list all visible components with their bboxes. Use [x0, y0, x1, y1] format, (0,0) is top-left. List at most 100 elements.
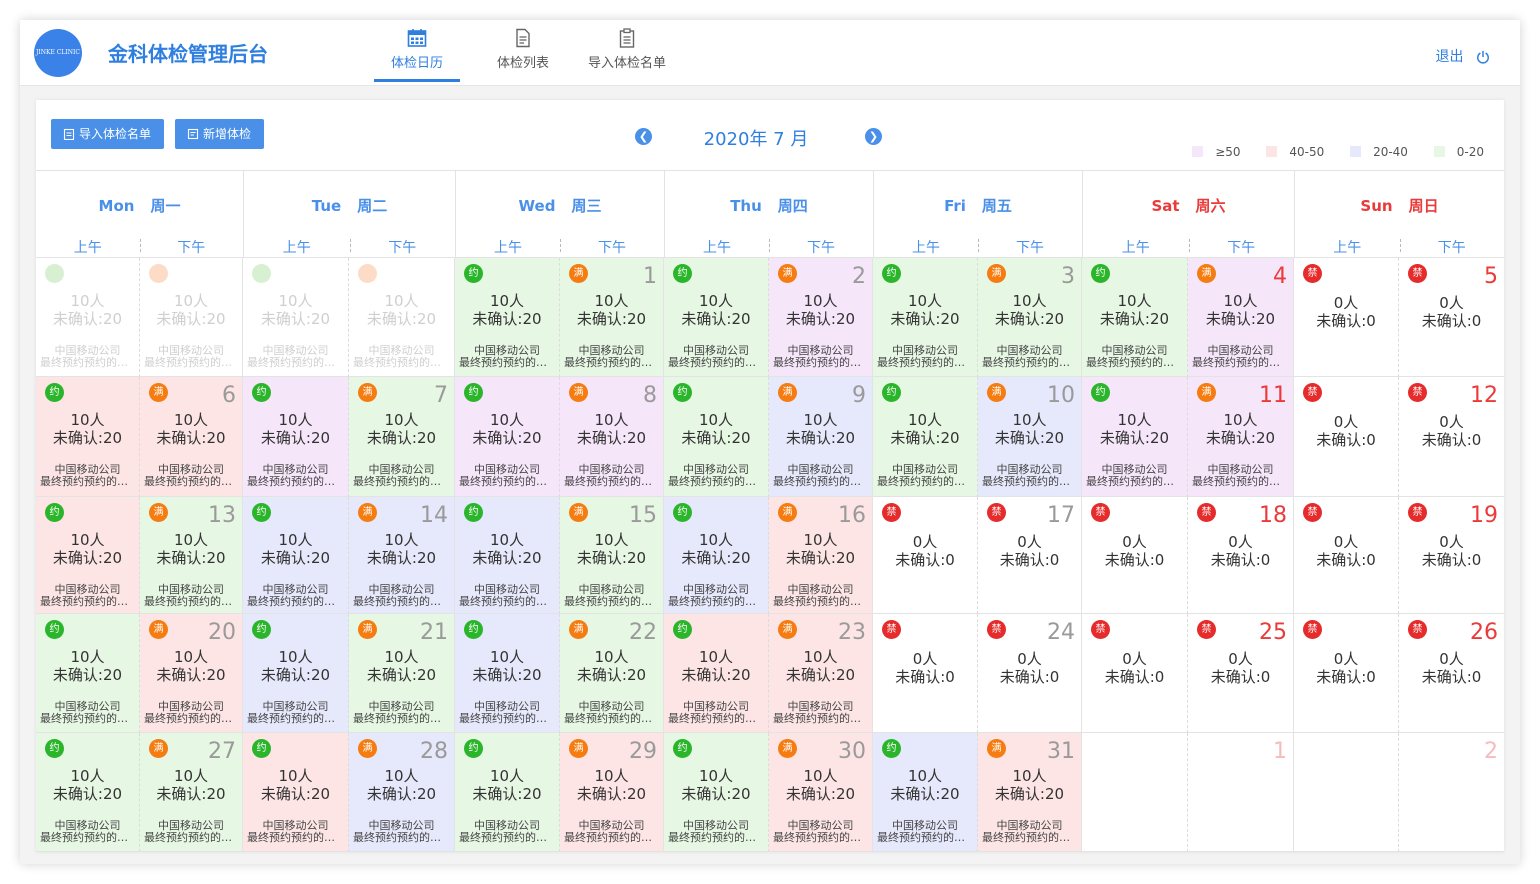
last-appointment-date: 最终预约预约的日期	[247, 712, 344, 725]
calendar-half-cell[interactable]: 满 31 10人 未确认:20 中国移动公司 最终预约预约的日期	[978, 733, 1082, 852]
unconfirmed-count: 未确认:20	[366, 666, 437, 684]
calendar-half-cell[interactable]: 满 11 10人 未确认:20 中国移动公司 最终预约预约的日期	[1188, 377, 1294, 497]
calendar-half-cell[interactable]: 满 27 10人 未确认:20 中国移动公司 最终预约预约的日期	[140, 733, 243, 852]
calendar-grid: 10人 未确认:20 中国移动公司 最终预约预约的日期 10人 未确认:20 中国移动公司最…	[36, 258, 1504, 852]
calendar-half-cell[interactable]: 满 3 10人 未确认:20 中国移动公司 最终预约预约的日期	[978, 258, 1082, 377]
calendar-half-cell[interactable]: 满 10 10人 未确认:20 中国移动公司 最终预约预约的日期	[978, 377, 1082, 497]
logout-button[interactable]: 退出	[1436, 46, 1490, 66]
unconfirmed-count: 未确认:20	[472, 429, 542, 447]
calendar-half-cell[interactable]: 约 10人 未确认:20 中国移动公司 最终预约预约的日期	[664, 497, 769, 614]
day-number: 15	[629, 503, 657, 528]
calendar-half-cell[interactable]: 满 20 10人 未确认:20 中国移动公司 最终预约预约的日期	[140, 614, 243, 733]
calendar-half-cell[interactable]: 约 10人 未确认:20 中国移动公司 最终预约预约的日期	[36, 497, 140, 614]
logout-label: 退出	[1435, 49, 1464, 65]
calendar-half-cell[interactable]: 满 2 10人 未确认:20 中国移动公司 最终预约预约的日期	[769, 258, 873, 377]
calendar-half-cell[interactable]: 约 10人 未确认:20 中国移动公司 最终预约预约的日期	[664, 733, 769, 852]
calendar-half-cell[interactable]: 满 29 10人 未确认:20 中国移动公司 最终预约预约的日期	[560, 733, 664, 852]
calendar-half-cell[interactable]: 约 10人 未确认:20 中国移动公司 最终预约预约的日期	[243, 614, 349, 733]
badge-forbidden: 禁	[1197, 503, 1216, 522]
unconfirmed-count: 未确认:20	[1099, 310, 1170, 328]
calendar-half-cell[interactable]: 约 10人 未确认:20 中国移动公司 最终预约预约的日期	[36, 614, 140, 733]
calendar-half-cell: 10人 未确认:20 中国移动公司 最终预约预约的日期	[349, 258, 455, 377]
calendar-panel: 导入体检名单 新增体检 ❮ 2020年 7 月 ❯ ≥50 40-50 20-4…	[36, 100, 1504, 852]
last-appointment-date: 最终预约预约的日期	[668, 475, 764, 488]
calendar-half-cell[interactable]: 满 23 10人 未确认:20 中国移动公司 最终预约预约的日期	[769, 614, 873, 733]
month-title: 2020年 7 月	[703, 129, 809, 150]
calendar-half-cell[interactable]: 满 13 10人 未确认:20 中国移动公司 最终预约预约的日期	[140, 497, 243, 614]
weekday-en: Mon	[98, 197, 135, 215]
calendar-half-cell[interactable]: 约 10人 未确认:20 中国移动公司 最终预约预约的日期	[664, 258, 769, 377]
badge-forbidden: 禁	[987, 620, 1006, 639]
calendar-half-cell[interactable]: 满 8 10人 未确认:20 中国移动公司 最终预约预约的日期	[560, 377, 664, 497]
calendar-half-cell[interactable]: 满 6 10人 未确认:20 中国移动公司 最终预约预约的日期	[140, 377, 243, 497]
calendar-half-cell[interactable]: 满 15 10人 未确认:20 中国移动公司 最终预约预约的日期	[560, 497, 664, 614]
calendar-half-cell[interactable]: 约 10人 未确认:20 中国移动公司 最终预约预约的日期	[455, 614, 560, 733]
unconfirmed-count: 未确认:20	[472, 666, 542, 684]
tab-calendar-label: 体检日历	[390, 56, 443, 71]
calendar-half-cell[interactable]: 约 10人 未确认:20 中国移动公司 最终预约预约的日期	[243, 497, 349, 614]
add-exam-button[interactable]: 新增体检	[175, 119, 265, 149]
last-appointment-date: 最终预约预约的日期	[247, 356, 344, 369]
unconfirmed-count: 未确认:20	[472, 785, 542, 803]
calendar-half-cell[interactable]: 满 22 10人 未确认:20 中国移动公司 最终预约预约的日期	[560, 614, 664, 733]
calendar-half-cell[interactable]: 满 28 10人 未确认:20 中国移动公司 最终预约预约的日期	[349, 733, 455, 852]
calendar-half-cell[interactable]: 满 21 10人 未确认:20 中国移动公司 最终预约预约的日期	[349, 614, 455, 733]
last-appointment-date: 最终预约预约的日期	[144, 595, 238, 608]
badge-full: 满	[778, 264, 797, 283]
badge-appointment: 约	[252, 620, 271, 639]
next-month-button[interactable]: ❯	[865, 128, 882, 145]
calendar-half-cell[interactable]: 满 4 10人 未确认:20 中国移动公司 最终预约预约的日期	[1188, 258, 1294, 377]
last-appointment-date: 最终预约预约的日期	[564, 356, 659, 369]
unconfirmed-count: 未确认:20	[994, 310, 1065, 328]
calendar-half-cell[interactable]: 约 10人 未确认:20 中国移动公司 最终预约预约的日期	[664, 614, 769, 733]
calendar-half-cell[interactable]: 约 10人 未确认:20 中国移动公司 最终预约预约的日期	[873, 733, 978, 852]
weekday-en: Sun	[1360, 197, 1393, 215]
import-list-button[interactable]: 导入体检名单	[51, 119, 165, 149]
badge-dot	[149, 264, 168, 283]
calendar-half-cell[interactable]: 约 10人 未确认:20 中国移动公司 最终预约预约的日期	[1082, 258, 1188, 377]
last-appointment-date: 最终预约预约的日期	[247, 595, 344, 608]
calendar-half-cell[interactable]: 约 10人 未确认:20 中国移动公司 最终预约预约的日期	[243, 377, 349, 497]
tab-exam-list[interactable]: 体检列表	[480, 26, 566, 82]
unconfirmed-count: 未确认:0	[1421, 312, 1482, 330]
calendar-half-cell[interactable]: 约 10人 未确认:20 中国移动公司 最终预约预约的日期	[873, 377, 978, 497]
calendar-half-cell[interactable]: 满 1 10人 未确认:20 中国移动公司 最终预约预约的日期	[560, 258, 664, 377]
last-appointment-date: 最终预约预约的日期	[353, 712, 450, 725]
clipboard-icon	[619, 28, 635, 48]
calendar-half-cell[interactable]: 满 16 10人 未确认:20 中国移动公司 最终预约预约的日期	[769, 497, 873, 614]
calendar-half-cell[interactable]: 满 30 10人 未确认:20 中国移动公司 最终预约预约的日期	[769, 733, 873, 852]
badge-forbidden: 禁	[1408, 503, 1427, 522]
tab-calendar[interactable]: 体检日历	[374, 26, 460, 82]
calendar-half-cell[interactable]: 满 14 10人 未确认:20 中国移动公司 最终预约预约的日期	[349, 497, 455, 614]
calendar-half-cell[interactable]: 约 10人 未确认:20 中国移动公司 最终预约预约的日期	[36, 377, 140, 497]
tab-import-list[interactable]: 导入体检名单	[580, 26, 674, 82]
calendar-half-cell[interactable]: 约 10人 未确认:20 中国移动公司 最终预约预约的日期	[664, 377, 769, 497]
badge-full: 满	[569, 383, 588, 402]
unconfirmed-count: 未确认:0	[895, 668, 955, 686]
badge-appointment: 约	[673, 383, 692, 402]
calendar-half-cell[interactable]: 约 10人 未确认:20 中国移动公司 最终预约预约的日期	[455, 733, 560, 852]
calendar-half-cell[interactable]: 约 10人 未确认:20 中国移动公司 最终预约预约的日期	[455, 377, 560, 497]
top-bar: JINKE CLINIC 金科体检管理后台 体检日历 体检列表 导入体检名单 退…	[20, 20, 1520, 86]
last-appointment-date: 最终预约预约的日期	[353, 475, 450, 488]
badge-full: 满	[987, 739, 1006, 758]
last-appointment-date: 最终预约预约的日期	[773, 356, 868, 369]
day-number: 29	[629, 739, 657, 764]
calendar-half-cell[interactable]: 约 10人 未确认:20 中国移动公司 最终预约预约的日期	[455, 497, 560, 614]
calendar-half-cell[interactable]: 满 7 10人 未确认:20 中国移动公司 最终预约预约的日期	[349, 377, 455, 497]
badge-appointment: 约	[1091, 264, 1110, 283]
calendar-half-cell[interactable]: 约 10人 未确认:20 中国移动公司 最终预约预约的日期	[36, 733, 140, 852]
unconfirmed-count: 未确认:20	[366, 549, 437, 567]
calendar-half-cell[interactable]: 约 10人 未确认:20 中国移动公司 最终预约预约的日期	[873, 258, 978, 377]
calendar-half-cell[interactable]: 约 10人 未确认:20 中国移动公司 最终预约预约的日期	[243, 733, 349, 852]
calendar-half-cell[interactable]: 约 10人 未确认:20 中国移动公司 最终预约预约的日期	[455, 258, 560, 377]
badge-full: 满	[778, 503, 797, 522]
day-number: 30	[838, 739, 866, 764]
last-appointment-date: 最终预约预约的日期	[668, 595, 764, 608]
badge-appointment: 约	[673, 264, 692, 283]
chevron-right-icon: ❯	[868, 130, 879, 143]
calendar-half-cell[interactable]: 满 9 10人 未确认:20 中国移动公司 最终预约预约的日期	[769, 377, 873, 497]
prev-month-button[interactable]: ❮	[635, 128, 652, 145]
unconfirmed-count: 未确认:20	[156, 549, 226, 567]
calendar-half-cell[interactable]: 约 10人 未确认:20 中国移动公司 最终预约预约的日期	[1082, 377, 1188, 497]
